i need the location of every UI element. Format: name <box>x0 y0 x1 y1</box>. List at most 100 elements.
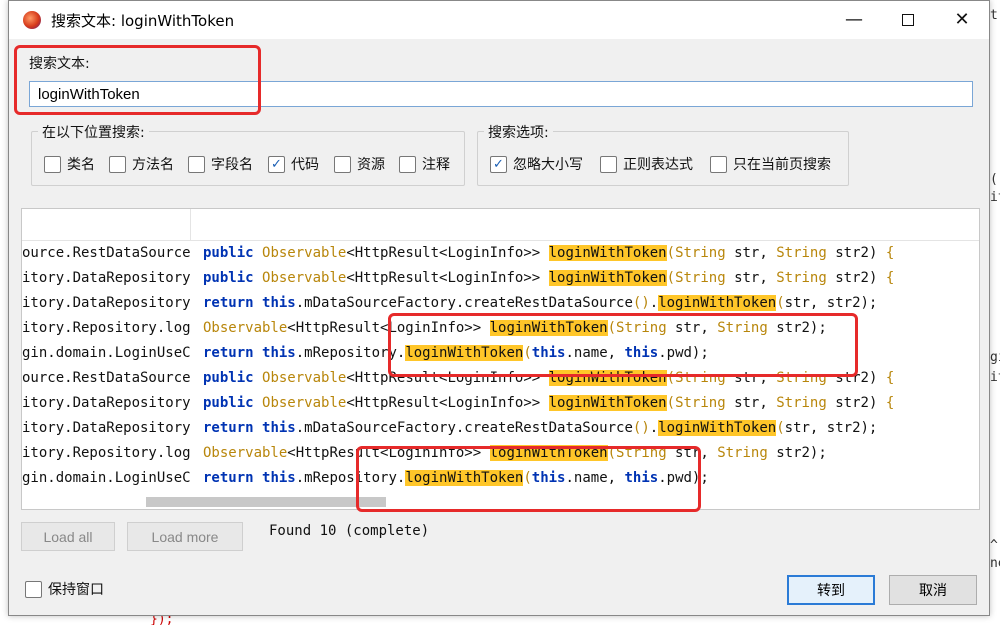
app-icon <box>23 11 41 29</box>
annotation-highlight-box <box>356 446 701 512</box>
checkbox-resource[interactable]: 资源 <box>334 154 385 174</box>
checkbox-box <box>109 155 126 173</box>
checkbox-label: 只在当前页搜索 <box>733 157 831 173</box>
code-token: ( <box>776 295 785 311</box>
code-token: public <box>203 395 254 411</box>
checkbox-box <box>188 155 205 173</box>
code-token: () <box>632 295 650 311</box>
result-class-cell[interactable]: ource.RestDataSource <box>22 366 190 391</box>
result-class-cell[interactable]: itory.Repository.log <box>22 316 190 341</box>
result-class-cell[interactable]: itory.DataRepository <box>22 391 190 416</box>
close-button[interactable]: ✕ <box>935 1 989 39</box>
result-class-cell[interactable]: itory.Repository.log <box>22 441 190 466</box>
code-token: ( <box>776 420 785 436</box>
annotation-highlight-box <box>14 45 261 115</box>
code-token: Observable <box>262 245 347 261</box>
code-token: <HttpResult<LoginInfo>> <box>346 270 549 286</box>
checkbox-current-page-only[interactable]: 只在当前页搜索 <box>710 154 831 174</box>
checkbox-comment[interactable]: 注释 <box>399 154 450 174</box>
checkbox-label: 类名 <box>67 157 95 173</box>
checkbox-box <box>600 155 617 173</box>
code-token: Observable <box>203 320 288 336</box>
checkbox-box <box>399 155 416 173</box>
code-token: this <box>262 295 296 311</box>
code-token: return <box>203 420 254 436</box>
bg-code-fragment: (r <box>990 172 1000 187</box>
check-icon: ✓ <box>268 155 285 173</box>
minimize-button[interactable]: — <box>827 1 881 39</box>
code-token: Observable <box>262 370 347 386</box>
load-all-button[interactable]: Load all <box>21 522 115 551</box>
result-code-row[interactable]: return this.mDataSourceFactory.createRes… <box>190 416 979 441</box>
result-code-row[interactable]: public Observable<HttpResult<LoginInfo>>… <box>190 241 979 266</box>
code-token: String <box>675 395 726 411</box>
horizontal-scrollbar-thumb[interactable] <box>146 497 386 507</box>
code-token: { <box>885 245 895 261</box>
code-token: . <box>649 420 659 436</box>
code-token: String <box>776 270 827 286</box>
code-token: this <box>262 470 296 486</box>
checkbox-label: 代码 <box>291 157 319 173</box>
keep-window-checkbox[interactable]: 保持窗口 <box>25 579 104 599</box>
code-token: public <box>203 370 254 386</box>
load-more-button[interactable]: Load more <box>127 522 243 551</box>
checkbox-label: 忽略大小写 <box>513 157 583 173</box>
match-highlight: loginWithToken <box>548 395 667 411</box>
code-token: this <box>262 420 296 436</box>
result-class-cell[interactable]: itory.DataRepository <box>22 416 190 441</box>
bg-code-fragment: gi <box>990 350 1000 365</box>
code-token: Observable <box>262 395 347 411</box>
checkbox-label: 资源 <box>357 157 385 173</box>
checkbox-label: 正则表达式 <box>623 157 693 173</box>
code-token: str, str2); <box>784 295 878 311</box>
column-divider[interactable] <box>190 209 191 241</box>
code-token: .mDataSourceFactory.createRestDataSource <box>295 295 633 311</box>
code-token: <HttpResult<LoginInfo>> <box>346 395 549 411</box>
code-token: str, <box>725 245 777 261</box>
search-options-group: 搜索选项: ✓ 忽略大小写 正则表达式 只在当前页搜索 <box>477 122 849 186</box>
code-token: String <box>776 245 827 261</box>
bg-code-fragment: it <box>990 190 1000 205</box>
result-class-cell[interactable]: gin.domain.LoginUseC <box>22 341 190 366</box>
code-token: ( <box>666 245 676 261</box>
code-token: String <box>675 245 726 261</box>
code-token: Observable <box>203 445 288 461</box>
code-token: String <box>675 270 726 286</box>
annotation-highlight-box <box>388 313 858 377</box>
checkbox-ignore-case[interactable]: ✓ 忽略大小写 <box>490 154 583 174</box>
checkbox-code[interactable]: ✓ 代码 <box>268 154 319 174</box>
checkbox-box <box>25 580 42 598</box>
checkbox-method-name[interactable]: 方法名 <box>109 154 174 174</box>
goto-button[interactable]: 转到 <box>787 575 875 605</box>
result-class-cell[interactable]: gin.domain.LoginUseC <box>22 466 190 491</box>
result-class-cell[interactable]: itory.DataRepository <box>22 266 190 291</box>
result-class-cell[interactable]: ource.RestDataSource <box>22 241 190 266</box>
code-token: str, <box>725 395 777 411</box>
code-token: return <box>203 295 254 311</box>
title-bar[interactable]: 搜索文本: loginWithToken — ✕ <box>9 1 989 39</box>
code-token: . <box>649 295 659 311</box>
checkbox-regex[interactable]: 正则表达式 <box>600 154 693 174</box>
bg-code-fragment: it <box>990 370 1000 385</box>
cancel-button[interactable]: 取消 <box>889 575 977 605</box>
result-class-cell[interactable]: itory.DataRepository <box>22 291 190 316</box>
code-token: str2) <box>826 395 886 411</box>
code-token: ( <box>666 395 676 411</box>
result-code-row[interactable]: public Observable<HttpResult<LoginInfo>>… <box>190 391 979 416</box>
code-token: str, <box>725 270 777 286</box>
maximize-button[interactable] <box>881 1 935 39</box>
code-token: String <box>717 445 768 461</box>
result-code-row[interactable]: public Observable<HttpResult<LoginInfo>>… <box>190 266 979 291</box>
checkbox-class-name[interactable]: 类名 <box>44 154 95 174</box>
code-token: this <box>262 345 296 361</box>
checkbox-field-name[interactable]: 字段名 <box>188 154 253 174</box>
search-in-group: 在以下位置搜索: 类名 方法名 字段名 ✓ 代码 资源 注释 <box>31 122 465 186</box>
bg-code-fragment: ^, <box>990 538 1000 553</box>
